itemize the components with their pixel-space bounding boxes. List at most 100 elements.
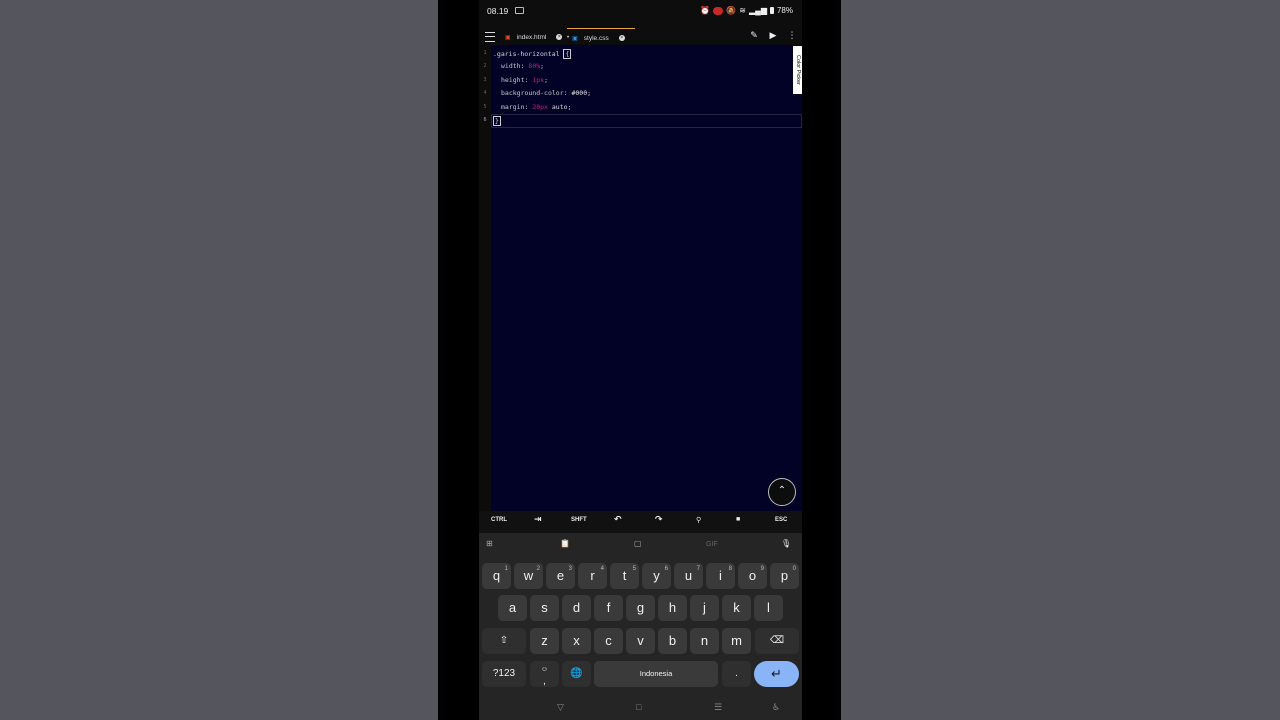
key-char: i	[719, 568, 722, 583]
symbols-key[interactable]: ?123	[482, 661, 526, 687]
key-i[interactable]: i8	[706, 563, 735, 589]
code-editor[interactable]: .garis-horizontal { width: 80%; height: …	[491, 45, 802, 511]
key-hint: 8	[728, 566, 732, 572]
backspace-key[interactable]: ⌫	[755, 628, 799, 654]
accessibility-icon[interactable]: ♿	[772, 702, 780, 713]
clipboard-icon[interactable]: 📋	[560, 539, 570, 553]
key-t[interactable]: t5	[610, 563, 639, 589]
brace-match: {	[563, 49, 572, 59]
microphone-icon[interactable]: 🎙	[781, 539, 791, 553]
line-number: 5	[483, 104, 487, 110]
esc-key[interactable]: ESC	[775, 517, 787, 523]
space-key[interactable]: Indonesia	[594, 661, 718, 687]
key-char: r	[590, 568, 595, 583]
key-char: y	[653, 568, 660, 583]
tab-style-css[interactable]: • ▣ style.css ×	[567, 28, 635, 45]
html-file-icon: ▣	[505, 34, 511, 41]
enter-key[interactable]: ↵	[754, 661, 799, 687]
period-key[interactable]: .	[722, 661, 751, 687]
ctrl-key[interactable]: CTRL	[491, 517, 507, 523]
more-icon[interactable]: ⋮	[785, 30, 799, 41]
wifi-icon: ≋	[739, 6, 746, 15]
tab-index-html[interactable]: ▣ index.html ×	[505, 30, 563, 44]
key-g[interactable]: g	[626, 595, 655, 621]
backspace-icon: ⌫	[769, 635, 785, 646]
key-a[interactable]: a	[498, 595, 527, 621]
alarm-icon: ⏰	[700, 6, 711, 15]
save-icon[interactable]: ■	[736, 516, 740, 523]
key-hint: 3	[568, 566, 572, 572]
phone-screen: 08.19 ⏰ 🔕 ≋ ▂▄▆ 78% ▣ index.html × • ▣ s…	[479, 0, 802, 720]
status-icons: ⏰ 🔕 ≋ ▂▄▆ 78%	[700, 6, 793, 15]
key-r[interactable]: r4	[578, 563, 607, 589]
key-hint: 5	[632, 566, 636, 572]
key-h[interactable]: h	[658, 595, 687, 621]
recents-icon[interactable]: ☰	[714, 702, 722, 713]
code-line-5: margin: 20px auto;	[501, 103, 572, 111]
key-c[interactable]: c	[594, 628, 623, 654]
emoji-comma-key[interactable]: ☺,	[530, 661, 559, 687]
key-char: w	[523, 568, 534, 583]
color-picker-tab[interactable]: Color Picker	[793, 46, 802, 94]
css-rest: auto;	[547, 103, 572, 111]
key-char: t	[622, 568, 627, 583]
key-s[interactable]: s	[530, 595, 559, 621]
menu-icon[interactable]	[485, 32, 495, 42]
key-k[interactable]: k	[722, 595, 751, 621]
brace-match: }	[493, 116, 501, 126]
sticker-icon[interactable]: ▢	[634, 539, 642, 553]
close-icon[interactable]: ×	[618, 35, 625, 41]
edit-icon[interactable]: ✎	[747, 30, 761, 41]
key-z[interactable]: z	[530, 628, 559, 654]
battery-level: 78%	[776, 6, 793, 15]
key-y[interactable]: y6	[642, 563, 671, 589]
tab-key-icon[interactable]: ⇥	[534, 514, 542, 525]
mute-icon: 🔕	[726, 6, 737, 15]
shift-key[interactable]: ⇧	[482, 628, 526, 654]
css-value: 80%	[528, 62, 541, 70]
key-o[interactable]: o9	[738, 563, 767, 589]
language-key[interactable]: 🌐	[562, 661, 591, 687]
tab-label: index.html	[516, 33, 547, 41]
key-m[interactable]: m	[722, 628, 751, 654]
key-x[interactable]: x	[562, 628, 591, 654]
shift-icon: ⇧	[499, 635, 509, 646]
hide-keyboard-icon[interactable]: ▽	[557, 702, 564, 713]
undo-icon[interactable]: ↶	[614, 514, 622, 525]
code-line-3: height: 1px;	[501, 76, 548, 84]
key-u[interactable]: u7	[674, 563, 703, 589]
key-w[interactable]: w2	[514, 563, 543, 589]
key-char: u	[684, 568, 693, 583]
home-icon[interactable]: □	[636, 702, 641, 712]
gif-button[interactable]: GIF	[706, 541, 718, 555]
css-value: 1px	[532, 76, 545, 84]
globe-icon: 🌐	[570, 668, 583, 679]
key-b[interactable]: b	[658, 628, 687, 654]
key-d[interactable]: d	[562, 595, 591, 621]
key-q[interactable]: q1	[482, 563, 511, 589]
key-v[interactable]: v	[626, 628, 655, 654]
line-number: 6	[483, 117, 487, 123]
apps-grid-icon[interactable]: ⊞	[486, 539, 493, 553]
key-j[interactable]: j	[690, 595, 719, 621]
css-property: height	[501, 76, 525, 84]
editor-toolbar: ▣ index.html × • ▣ style.css × ✎ ▶ ⋮	[479, 27, 802, 47]
key-n[interactable]: n	[690, 628, 719, 654]
soft-keyboard: ⊞ 📋 ▢ GIF 🎙 q1 w2 e3 r4 t5 y6 u7 i8 o9 p…	[479, 533, 802, 720]
code-line-6: }	[493, 116, 501, 126]
css-rest: ;	[540, 62, 545, 70]
run-icon[interactable]: ▶	[766, 30, 780, 41]
status-time: 08.19	[487, 6, 509, 16]
search-icon[interactable]: ⚲	[696, 516, 701, 524]
key-p[interactable]: p0	[770, 563, 799, 589]
code-line-1: .garis-horizontal {	[493, 49, 572, 59]
key-hint: 7	[696, 566, 700, 572]
close-icon[interactable]: ×	[556, 34, 563, 40]
redo-icon[interactable]: ↷	[655, 514, 663, 525]
key-e[interactable]: e3	[546, 563, 575, 589]
key-f[interactable]: f	[594, 595, 623, 621]
comma-char: ,	[543, 676, 546, 687]
key-l[interactable]: l	[754, 595, 783, 621]
shift-key[interactable]: SHFT	[571, 517, 587, 523]
scroll-up-button[interactable]: ⌃	[768, 478, 796, 506]
